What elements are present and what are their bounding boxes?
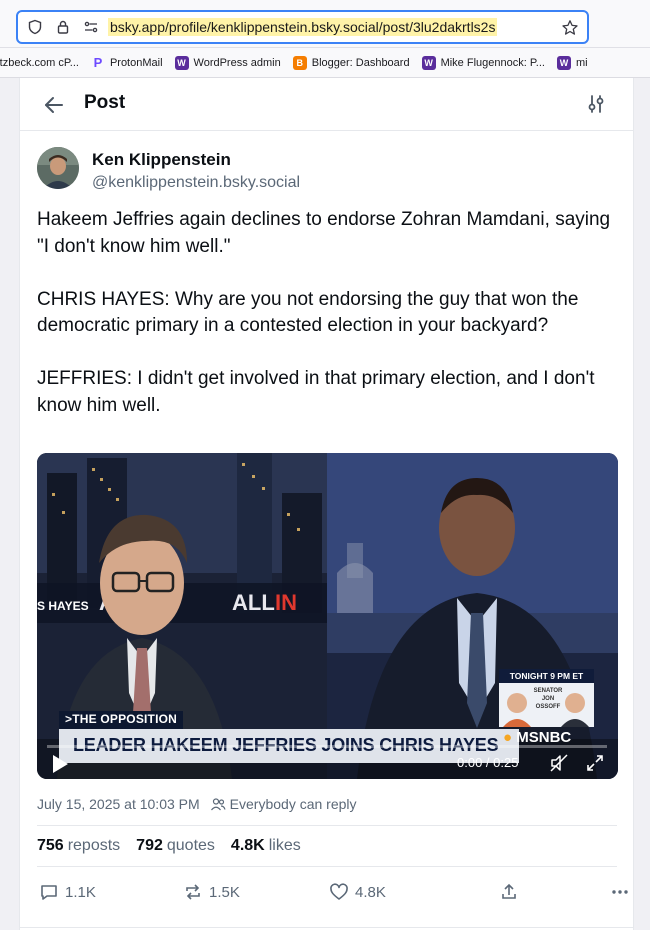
bookmark-blogger[interactable]: B Blogger: Dashboard: [292, 55, 410, 70]
engagement-stats: 756 reposts 792 quotes 4.8K likes: [37, 825, 617, 867]
bookmark-mike-flugennock[interactable]: W Mike Flugennock: P...: [421, 55, 545, 70]
tonight-label: TONIGHT 9 PM ET: [499, 669, 594, 683]
tonight-promo: TONIGHT 9 PM ET SENATOR JON OSSOFF: [499, 669, 594, 727]
share-icon: [502, 883, 516, 899]
reply-setting[interactable]: Everybody can reply: [230, 796, 357, 812]
sliders-icon[interactable]: [585, 93, 607, 115]
people-icon: [210, 796, 226, 812]
quotes-count: 792: [136, 837, 163, 854]
wordpress-icon: W: [556, 55, 571, 70]
post-thread-card: Post Ken Klippenstein @kenklippenstein.b…: [19, 78, 634, 930]
post-paragraph: JEFFRIES: I didn't get involved in that …: [37, 368, 595, 416]
divider: [20, 927, 633, 928]
post-actions: 1.1K 1.5K 4.8K: [37, 868, 628, 916]
author-name[interactable]: Ken Klippenstein: [92, 150, 231, 170]
bookmark-label: mi: [575, 56, 588, 69]
bookmarks-bar: rtzbeck.com cP... P ProtonMail W WordPre…: [0, 48, 650, 78]
reposts-count: 756: [37, 837, 64, 854]
page-background: Post Ken Klippenstein @kenklippenstein.b…: [0, 78, 650, 930]
bookmark-cpanel[interactable]: rtzbeck.com cP...: [0, 57, 79, 69]
video-progress-bar[interactable]: [47, 745, 607, 748]
url-text[interactable]: bsky.app/profile/kenklippenstein.bsky.so…: [108, 18, 498, 36]
share-button[interactable]: [499, 882, 525, 902]
repost-count: 1.5K: [209, 883, 240, 901]
heart-icon: [330, 883, 348, 900]
likes-count: 4.8K: [230, 837, 265, 854]
reply-bubble-icon: [41, 885, 57, 900]
quotes-label: quotes: [166, 837, 215, 854]
like-count: 4.8K: [355, 883, 386, 901]
like-button[interactable]: 4.8K: [329, 882, 386, 902]
bookmark-label: Blogger: Dashboard: [311, 56, 410, 69]
bookmark-star-icon[interactable]: [559, 17, 581, 39]
more-options-button[interactable]: [610, 882, 636, 902]
wordpress-icon: W: [421, 55, 436, 70]
likes-stat[interactable]: 4.8K likes: [231, 837, 301, 855]
bookmark-label: WordPress admin: [193, 56, 281, 69]
reply-count: 1.1K: [65, 883, 96, 901]
page-title: Post: [84, 92, 126, 113]
fullscreen-icon[interactable]: [585, 753, 605, 773]
protonmail-icon: P: [93, 55, 103, 70]
ellipsis-icon: [612, 890, 628, 894]
lock-icon[interactable]: [52, 16, 74, 38]
bookmark-label: Mike Flugennock: P...: [440, 56, 545, 69]
post-body: Hakeem Jeffries again declines to endors…: [37, 207, 622, 446]
video-time: 0:00 / 0:25: [457, 755, 519, 770]
bookmark-mi[interactable]: W mi: [556, 55, 588, 70]
shield-icon[interactable]: [24, 16, 46, 38]
reposts-stat[interactable]: 756 reposts: [37, 837, 120, 855]
repost-button[interactable]: 1.5K: [183, 882, 240, 902]
svg-text:ALL: ALL: [232, 590, 275, 615]
blogger-icon: B: [292, 55, 307, 70]
browser-toolbar: bsky.app/profile/kenklippenstein.bsky.so…: [0, 0, 650, 48]
post-timestamp[interactable]: July 15, 2025 at 10:03 PM: [37, 796, 200, 812]
video-controls: 0:00 / 0:25: [37, 739, 618, 779]
repost-icon: [186, 884, 200, 900]
post-paragraph: CHRIS HAYES: Why are you not endorsing t…: [37, 288, 579, 337]
avatar[interactable]: [37, 147, 79, 189]
back-arrow-icon[interactable]: [42, 93, 66, 117]
reply-button[interactable]: 1.1K: [39, 882, 96, 902]
post-paragraph: Hakeem Jeffries again declines to endors…: [37, 209, 611, 257]
wordpress-icon: W: [174, 55, 189, 70]
address-bar[interactable]: bsky.app/profile/kenklippenstein.bsky.so…: [16, 10, 589, 44]
video-player[interactable]: ALL ALL IN: [37, 453, 618, 779]
quotes-stat[interactable]: 792 quotes: [136, 837, 215, 855]
tonight-guest: SENATOR JON OSSOFF: [533, 688, 563, 710]
bookmark-label: ProtonMail: [109, 56, 163, 69]
reposts-label: reposts: [67, 837, 121, 854]
chyron-segment: >THE OPPOSITION: [59, 711, 184, 729]
bookmark-wordpress-admin[interactable]: W WordPress admin: [174, 55, 281, 70]
muted-speaker-icon[interactable]: [549, 753, 569, 773]
show-tag: S HAYES: [37, 599, 89, 613]
bookmark-protonmail[interactable]: P ProtonMail: [91, 55, 163, 70]
author-handle[interactable]: @kenklippenstein.bsky.social: [92, 174, 300, 192]
bookmark-label: rtzbeck.com cP...: [0, 56, 79, 69]
site-permissions-icon[interactable]: [80, 16, 102, 38]
post-header: Post: [20, 78, 633, 131]
play-icon[interactable]: [51, 754, 69, 774]
post-meta: July 15, 2025 at 10:03 PM Everybody can …: [37, 796, 357, 812]
likes-label: likes: [268, 837, 301, 854]
svg-text:IN: IN: [275, 590, 297, 615]
